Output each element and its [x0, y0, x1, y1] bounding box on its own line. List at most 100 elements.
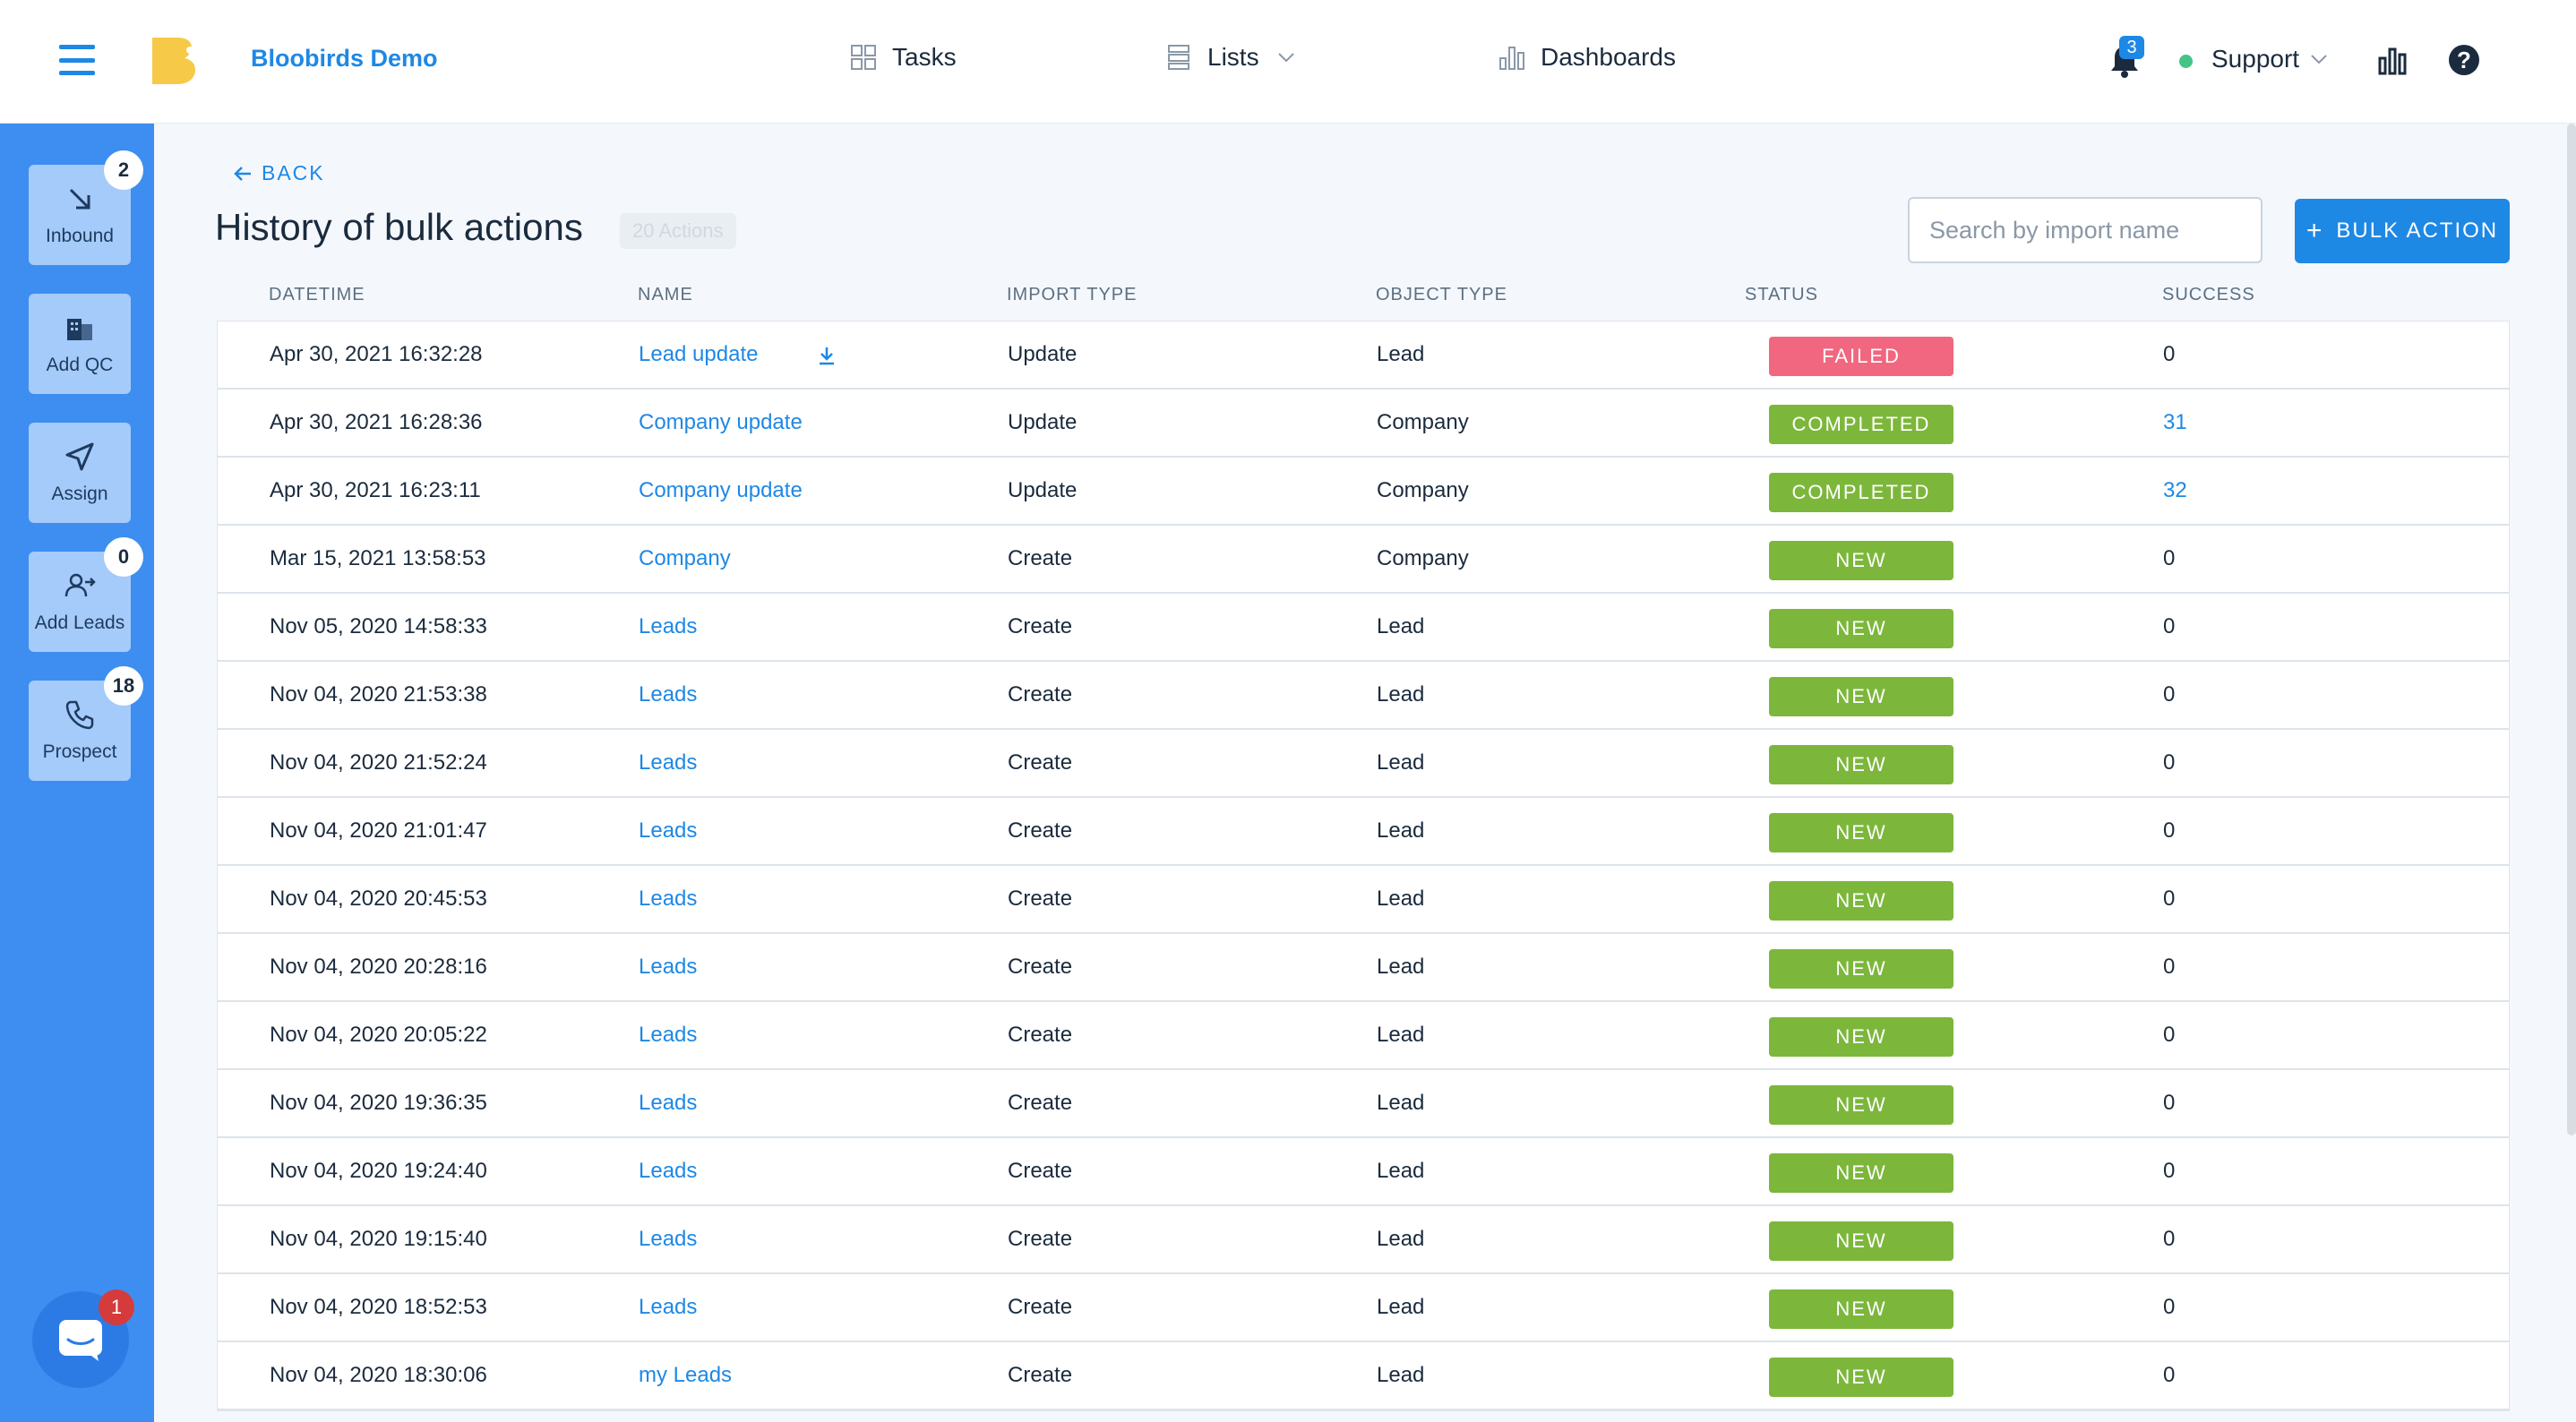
table-row[interactable]: Apr 30, 2021 16:28:36 Company update Updat… [218, 390, 2509, 458]
cell-import-type: Create [1008, 1295, 1073, 1319]
sidebar-badge: 2 [104, 150, 143, 190]
cell-name-link[interactable]: Leads [639, 1002, 697, 1068]
cell-object-type: Lead [1377, 750, 1425, 775]
status-badge: NEW [1769, 1358, 1953, 1397]
analytics-icon[interactable] [2377, 46, 2408, 76]
cell-import-type: Create [1008, 1091, 1073, 1115]
cell-datetime: Nov 04, 2020 21:53:38 [270, 682, 487, 707]
cell-object-type: Company [1377, 478, 1469, 502]
sidebar-item-add-leads[interactable]: Add Leads 0 [29, 537, 143, 652]
cell-name-link[interactable]: my Leads [639, 1342, 732, 1409]
column-header-import-type[interactable]: IMPORT TYPE [1007, 285, 1137, 305]
cell-name-link[interactable]: Leads [639, 1070, 697, 1136]
status-badge: NEW [1769, 881, 1953, 921]
cell-name-link[interactable]: Lead update [639, 321, 758, 388]
cell-success: 0 [2163, 1227, 2176, 1251]
cell-success: 0 [2163, 818, 2176, 843]
bloobirds-logo [152, 38, 195, 84]
nav-dashboards-label: Dashboards [1541, 43, 1676, 71]
cell-import-type: Create [1008, 682, 1073, 707]
cell-import-type: Create [1008, 1363, 1073, 1387]
cell-import-type: Create [1008, 1023, 1073, 1047]
scrollbar[interactable] [2567, 124, 2576, 1135]
status-badge: NEW [1769, 541, 1953, 580]
menu-icon[interactable] [59, 45, 95, 75]
sidebar-item-prospect[interactable]: Prospect 18 [29, 666, 143, 781]
bulk-action-label: BULK ACTION [2336, 218, 2499, 243]
table-row[interactable]: Nov 04, 2020 18:52:53 Leads Create Lead NEW 0 [218, 1274, 2509, 1342]
sidebar-item-assign[interactable]: Assign [29, 423, 131, 523]
table-row[interactable]: Nov 04, 2020 20:45:53 Leads Create Lead NEW 0 [218, 866, 2509, 934]
status-badge: NEW [1769, 677, 1953, 716]
nav-tasks-label: Tasks [892, 43, 957, 71]
back-link[interactable]: BACK [233, 161, 325, 185]
table-row[interactable]: Nov 04, 2020 21:53:38 Leads Create Lead NEW 0 [218, 662, 2509, 730]
bulk-action-button[interactable]: + BULK ACTION [2295, 199, 2510, 263]
cell-import-type: Create [1008, 614, 1073, 638]
search-input[interactable] [1929, 216, 2246, 244]
cell-name-link[interactable]: Leads [639, 1206, 697, 1272]
sidebar-item-inbound[interactable]: Inbound 2 [29, 150, 143, 265]
table-row[interactable]: Nov 04, 2020 19:36:35 Leads Create Lead NEW 0 [218, 1070, 2509, 1138]
notification-badge: 3 [2119, 36, 2144, 59]
table-row[interactable]: Nov 05, 2020 14:58:33 Leads Create Lead NEW 0 [218, 594, 2509, 662]
cell-name-link[interactable]: Leads [639, 1274, 697, 1341]
table-row[interactable]: Apr 30, 2021 16:32:28 Lead update Update Le… [218, 321, 2509, 390]
column-header-status[interactable]: STATUS [1745, 285, 1818, 305]
cell-import-type: Update [1008, 410, 1078, 434]
table-row[interactable]: Nov 04, 2020 18:30:06 my Leads Create Lead N… [218, 1342, 2509, 1410]
table-row[interactable]: Nov 04, 2020 19:24:40 Leads Create Lead NEW 0 [218, 1138, 2509, 1206]
cell-name-link[interactable]: Leads [639, 662, 697, 728]
cell-success: 0 [2163, 955, 2176, 979]
status-badge: COMPLETED [1769, 473, 1953, 512]
chevron-down-icon [2311, 55, 2327, 64]
sidebar-item-label: Add Leads [34, 612, 125, 633]
cell-name-link[interactable]: Leads [639, 934, 697, 1000]
cell-object-type: Lead [1377, 682, 1425, 707]
cell-name-link[interactable]: Company [639, 526, 731, 592]
cell-success: 0 [2163, 1295, 2176, 1319]
cell-success[interactable]: 32 [2163, 458, 2187, 524]
help-icon[interactable]: ? [2449, 45, 2479, 75]
table-row[interactable]: Nov 04, 2020 20:05:22 Leads Create Lead NEW 0 [218, 1002, 2509, 1070]
sidebar-item-add-qc[interactable]: Add QC [29, 294, 131, 394]
cell-success: 0 [2163, 614, 2176, 638]
cell-name-link[interactable]: Leads [639, 1138, 697, 1204]
nav-tasks[interactable]: Tasks [849, 43, 957, 72]
sidebar-badge: 0 [104, 537, 143, 577]
table-row[interactable]: Nov 04, 2020 21:01:47 Leads Create Lead NEW 0 [218, 798, 2509, 866]
download-icon[interactable] [816, 345, 837, 366]
column-header-object-type[interactable]: OBJECT TYPE [1376, 285, 1507, 305]
table-row[interactable]: Nov 04, 2020 19:15:40 Leads Create Lead NEW 0 [218, 1206, 2509, 1274]
cell-name-link[interactable]: Leads [639, 730, 697, 796]
cell-name-link[interactable]: Leads [639, 866, 697, 932]
arrow-down-right-icon [69, 188, 90, 210]
nav-lists[interactable]: Lists [1164, 43, 1295, 72]
building-icon [67, 319, 92, 340]
cell-name-link[interactable]: Leads [639, 798, 697, 864]
column-header-success[interactable]: SUCCESS [2162, 285, 2255, 305]
status-badge: NEW [1769, 609, 1953, 648]
user-menu[interactable]: Support [2211, 45, 2328, 73]
add-user-icon [64, 573, 96, 597]
cell-datetime: Nov 04, 2020 19:15:40 [270, 1227, 487, 1251]
brand-name[interactable]: Bloobirds Demo [251, 45, 438, 73]
top-bar: Bloobirds Demo Tasks Lists Dashboards 3 … [0, 0, 2576, 124]
table-row[interactable]: Nov 04, 2020 21:52:24 Leads Create Lead NEW 0 [218, 730, 2509, 798]
cell-name-link[interactable]: Leads [639, 594, 697, 660]
cell-success: 0 [2163, 1091, 2176, 1115]
cell-datetime: Apr 30, 2021 16:23:11 [270, 478, 481, 502]
cell-name-link[interactable]: Company update [639, 390, 803, 456]
column-header-datetime[interactable]: DATETIME [269, 285, 365, 305]
table-row[interactable]: Nov 04, 2020 20:28:16 Leads Create Lead NEW 0 [218, 934, 2509, 1002]
cell-datetime: Nov 05, 2020 14:58:33 [270, 614, 487, 638]
cell-import-type: Update [1008, 342, 1078, 366]
table-row[interactable]: Apr 30, 2021 16:23:11 Company update Updat… [218, 458, 2509, 526]
table-row[interactable]: Mar 15, 2021 13:58:53 Company Create Compan… [218, 526, 2509, 594]
cell-name-link[interactable]: Company update [639, 458, 803, 524]
nav-dashboards[interactable]: Dashboards [1498, 43, 1676, 72]
cell-success[interactable]: 31 [2163, 390, 2187, 456]
cell-import-type: Create [1008, 818, 1073, 843]
column-header-name[interactable]: NAME [638, 285, 693, 305]
cell-datetime: Apr 30, 2021 16:32:28 [270, 342, 483, 366]
